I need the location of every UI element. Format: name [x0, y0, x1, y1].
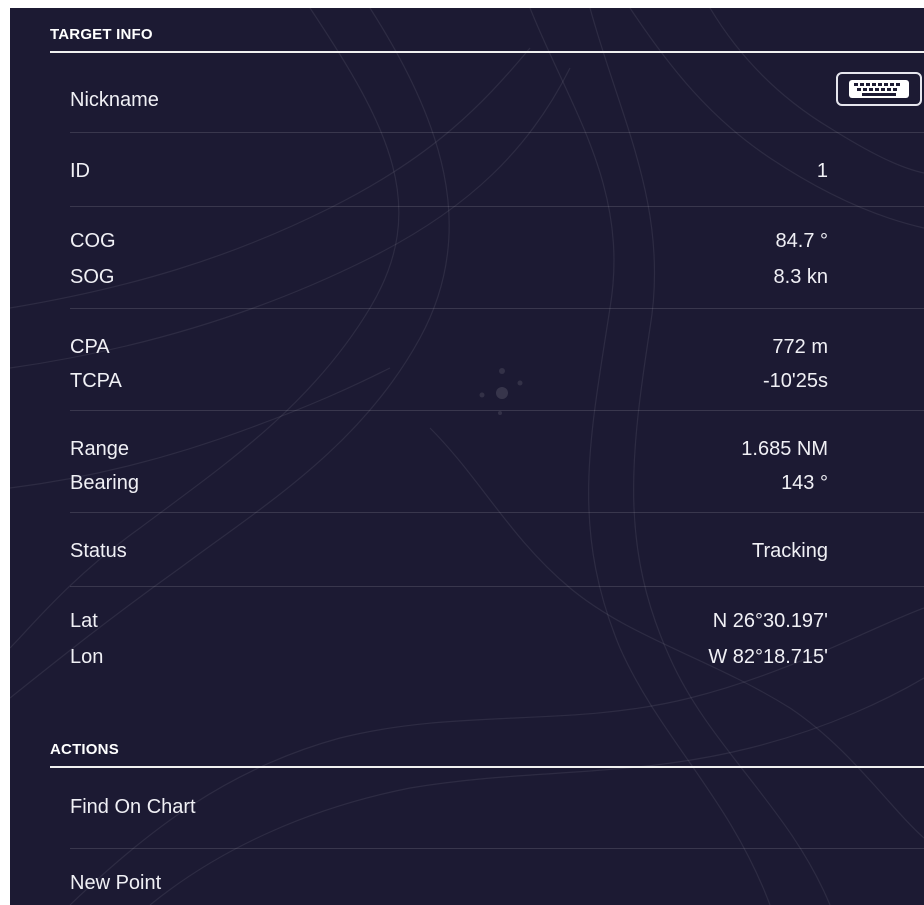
cpa-tcpa-row: CPA 772 m TCPA -10'25s	[70, 309, 924, 411]
nickname-label: Nickname	[70, 89, 159, 111]
status-row: Status Tracking	[70, 513, 924, 587]
bearing-label: Bearing	[70, 472, 139, 494]
range-value: 1.685 NM	[741, 438, 828, 460]
lon-value: W 82°18.715'	[708, 646, 828, 668]
id-label: ID	[70, 160, 90, 182]
id-value: 1	[816, 160, 828, 182]
sog-value: 8.3 kn	[773, 266, 828, 288]
range-bearing-row: Range 1.685 NM Bearing 143 °	[70, 411, 924, 513]
new-point-label: New Point	[70, 872, 162, 894]
keyboard-button[interactable]	[836, 72, 922, 106]
cpa-label: CPA	[70, 336, 110, 358]
target-info-heading: TARGET INFO	[50, 26, 924, 53]
lat-label: Lat	[70, 610, 98, 632]
target-info-panel: TARGET INFO Nickname ID 1 COG 84.7 ° SOG…	[10, 8, 924, 905]
status-value: Tracking	[752, 540, 828, 562]
bearing-value: 143 °	[781, 472, 828, 494]
cog-label: COG	[70, 230, 116, 252]
sog-label: SOG	[70, 266, 115, 288]
actions-heading: ACTIONS	[50, 741, 924, 768]
new-point-action[interactable]: New Point	[70, 849, 924, 905]
find-on-chart-action[interactable]: Find On Chart	[70, 773, 924, 849]
nickname-row[interactable]: Nickname	[70, 60, 924, 133]
lon-label: Lon	[70, 646, 104, 668]
tcpa-value: -10'25s	[763, 370, 828, 392]
find-on-chart-label: Find On Chart	[70, 796, 196, 818]
keyboard-icon	[849, 80, 909, 98]
id-row: ID 1	[70, 133, 924, 207]
tcpa-label: TCPA	[70, 370, 122, 392]
range-label: Range	[70, 438, 129, 460]
status-label: Status	[70, 540, 127, 562]
cog-sog-row: COG 84.7 ° SOG 8.3 kn	[70, 207, 924, 309]
lat-lon-row: Lat N 26°30.197' Lon W 82°18.715'	[70, 587, 924, 687]
cog-value: 84.7 °	[775, 230, 828, 252]
lat-value: N 26°30.197'	[712, 610, 828, 632]
cpa-value: 772 m	[772, 336, 828, 358]
